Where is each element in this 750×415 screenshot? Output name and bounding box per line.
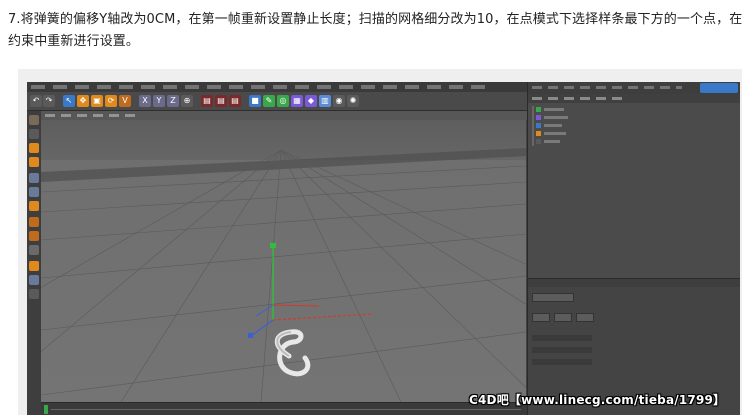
attribute-tab-2[interactable] bbox=[554, 313, 572, 322]
polygons-mode-icon[interactable] bbox=[29, 201, 39, 211]
watermark: C4D吧【www.linecg.com/tieba/1799】 bbox=[469, 393, 726, 407]
locked-workplane-icon[interactable] bbox=[29, 261, 39, 271]
timeline-ruler[interactable] bbox=[41, 402, 527, 415]
cube-object-icon[interactable]: ■ bbox=[249, 95, 261, 107]
workplane-mode-icon[interactable] bbox=[29, 157, 39, 167]
rotate-icon[interactable]: ⟳ bbox=[105, 95, 117, 107]
playhead[interactable] bbox=[44, 405, 48, 414]
render-view-icon[interactable]: ▤ bbox=[201, 95, 213, 107]
brand-logo bbox=[700, 83, 738, 93]
deformer-icon[interactable]: ◆ bbox=[305, 95, 317, 107]
perspective-viewport[interactable] bbox=[27, 120, 740, 403]
attribute-field-1[interactable] bbox=[532, 335, 592, 341]
recent-tool-icon[interactable]: V bbox=[119, 95, 131, 107]
c4d-window: ↶ ↷ ↖ ✥ ▣ ⟳ V X Y Z ⊕ ▤ ▤ ▤ ■ ✎ ◎ ▦ ◆ ▥ … bbox=[27, 82, 740, 415]
viewport-scene bbox=[27, 120, 740, 403]
attribute-mode-buttons[interactable] bbox=[532, 293, 574, 302]
z-axis-lock-icon[interactable]: Z bbox=[167, 95, 179, 107]
x-axis-lock-icon[interactable]: X bbox=[139, 95, 151, 107]
camera-icon[interactable]: ◉ bbox=[333, 95, 345, 107]
quantize-icon[interactable] bbox=[29, 289, 39, 299]
attribute-field-3[interactable] bbox=[532, 359, 592, 365]
menu-bar bbox=[27, 82, 527, 92]
attribute-manager-header bbox=[528, 279, 740, 287]
spline-tool-icon[interactable]: ✎ bbox=[263, 95, 275, 107]
redo-icon[interactable]: ↷ bbox=[43, 95, 55, 107]
nurbs-icon[interactable]: ◎ bbox=[277, 95, 289, 107]
make-editable-icon[interactable] bbox=[29, 115, 39, 125]
snap-icon[interactable] bbox=[29, 245, 39, 255]
environment-icon[interactable]: ▥ bbox=[319, 95, 331, 107]
model-mode-icon[interactable] bbox=[29, 129, 39, 139]
points-mode-icon[interactable] bbox=[29, 173, 39, 183]
attribute-tab-3[interactable] bbox=[576, 313, 594, 322]
timeline-track bbox=[51, 409, 521, 410]
object-list[interactable] bbox=[532, 106, 592, 146]
right-panel-header bbox=[528, 82, 740, 94]
planar-workplane-icon[interactable] bbox=[29, 275, 39, 285]
right-panel bbox=[527, 82, 740, 415]
viewport-menu-items[interactable] bbox=[45, 114, 135, 117]
main-toolbar: ↶ ↷ ↖ ✥ ▣ ⟳ V X Y Z ⊕ ▤ ▤ ▤ ■ ✎ ◎ ▦ ◆ ▥ … bbox=[27, 92, 527, 111]
tweak-mode-icon[interactable] bbox=[29, 231, 39, 241]
left-tool-palette bbox=[27, 111, 42, 415]
attribute-tab-1[interactable] bbox=[532, 313, 550, 322]
live-select-icon[interactable]: ↖ bbox=[63, 95, 75, 107]
attribute-field-2[interactable] bbox=[532, 347, 592, 353]
move-icon[interactable]: ✥ bbox=[77, 95, 89, 107]
undo-icon[interactable]: ↶ bbox=[30, 95, 42, 107]
coordinate-system-icon[interactable]: ⊕ bbox=[181, 95, 193, 107]
tutorial-step-text: 7.将弹簧的偏移Y轴改为0CM，在第一帧重新设置静止长度；扫描的网格细分改为10… bbox=[8, 12, 743, 49]
light-icon[interactable]: ✺ bbox=[347, 95, 359, 107]
texture-mode-icon[interactable] bbox=[29, 143, 39, 153]
object-manager-tabs[interactable] bbox=[528, 94, 740, 103]
array-icon[interactable]: ▦ bbox=[291, 95, 303, 107]
menu-items[interactable] bbox=[31, 85, 491, 89]
viewport-menu-bar bbox=[41, 111, 527, 120]
y-axis-lock-icon[interactable]: Y bbox=[153, 95, 165, 107]
render-settings-icon[interactable]: ▤ bbox=[229, 95, 241, 107]
scale-icon[interactable]: ▣ bbox=[91, 95, 103, 107]
edges-mode-icon[interactable] bbox=[29, 187, 39, 197]
enable-axis-icon[interactable] bbox=[29, 217, 39, 227]
render-picture-viewer-icon[interactable]: ▤ bbox=[215, 95, 227, 107]
object-manager bbox=[528, 103, 740, 278]
